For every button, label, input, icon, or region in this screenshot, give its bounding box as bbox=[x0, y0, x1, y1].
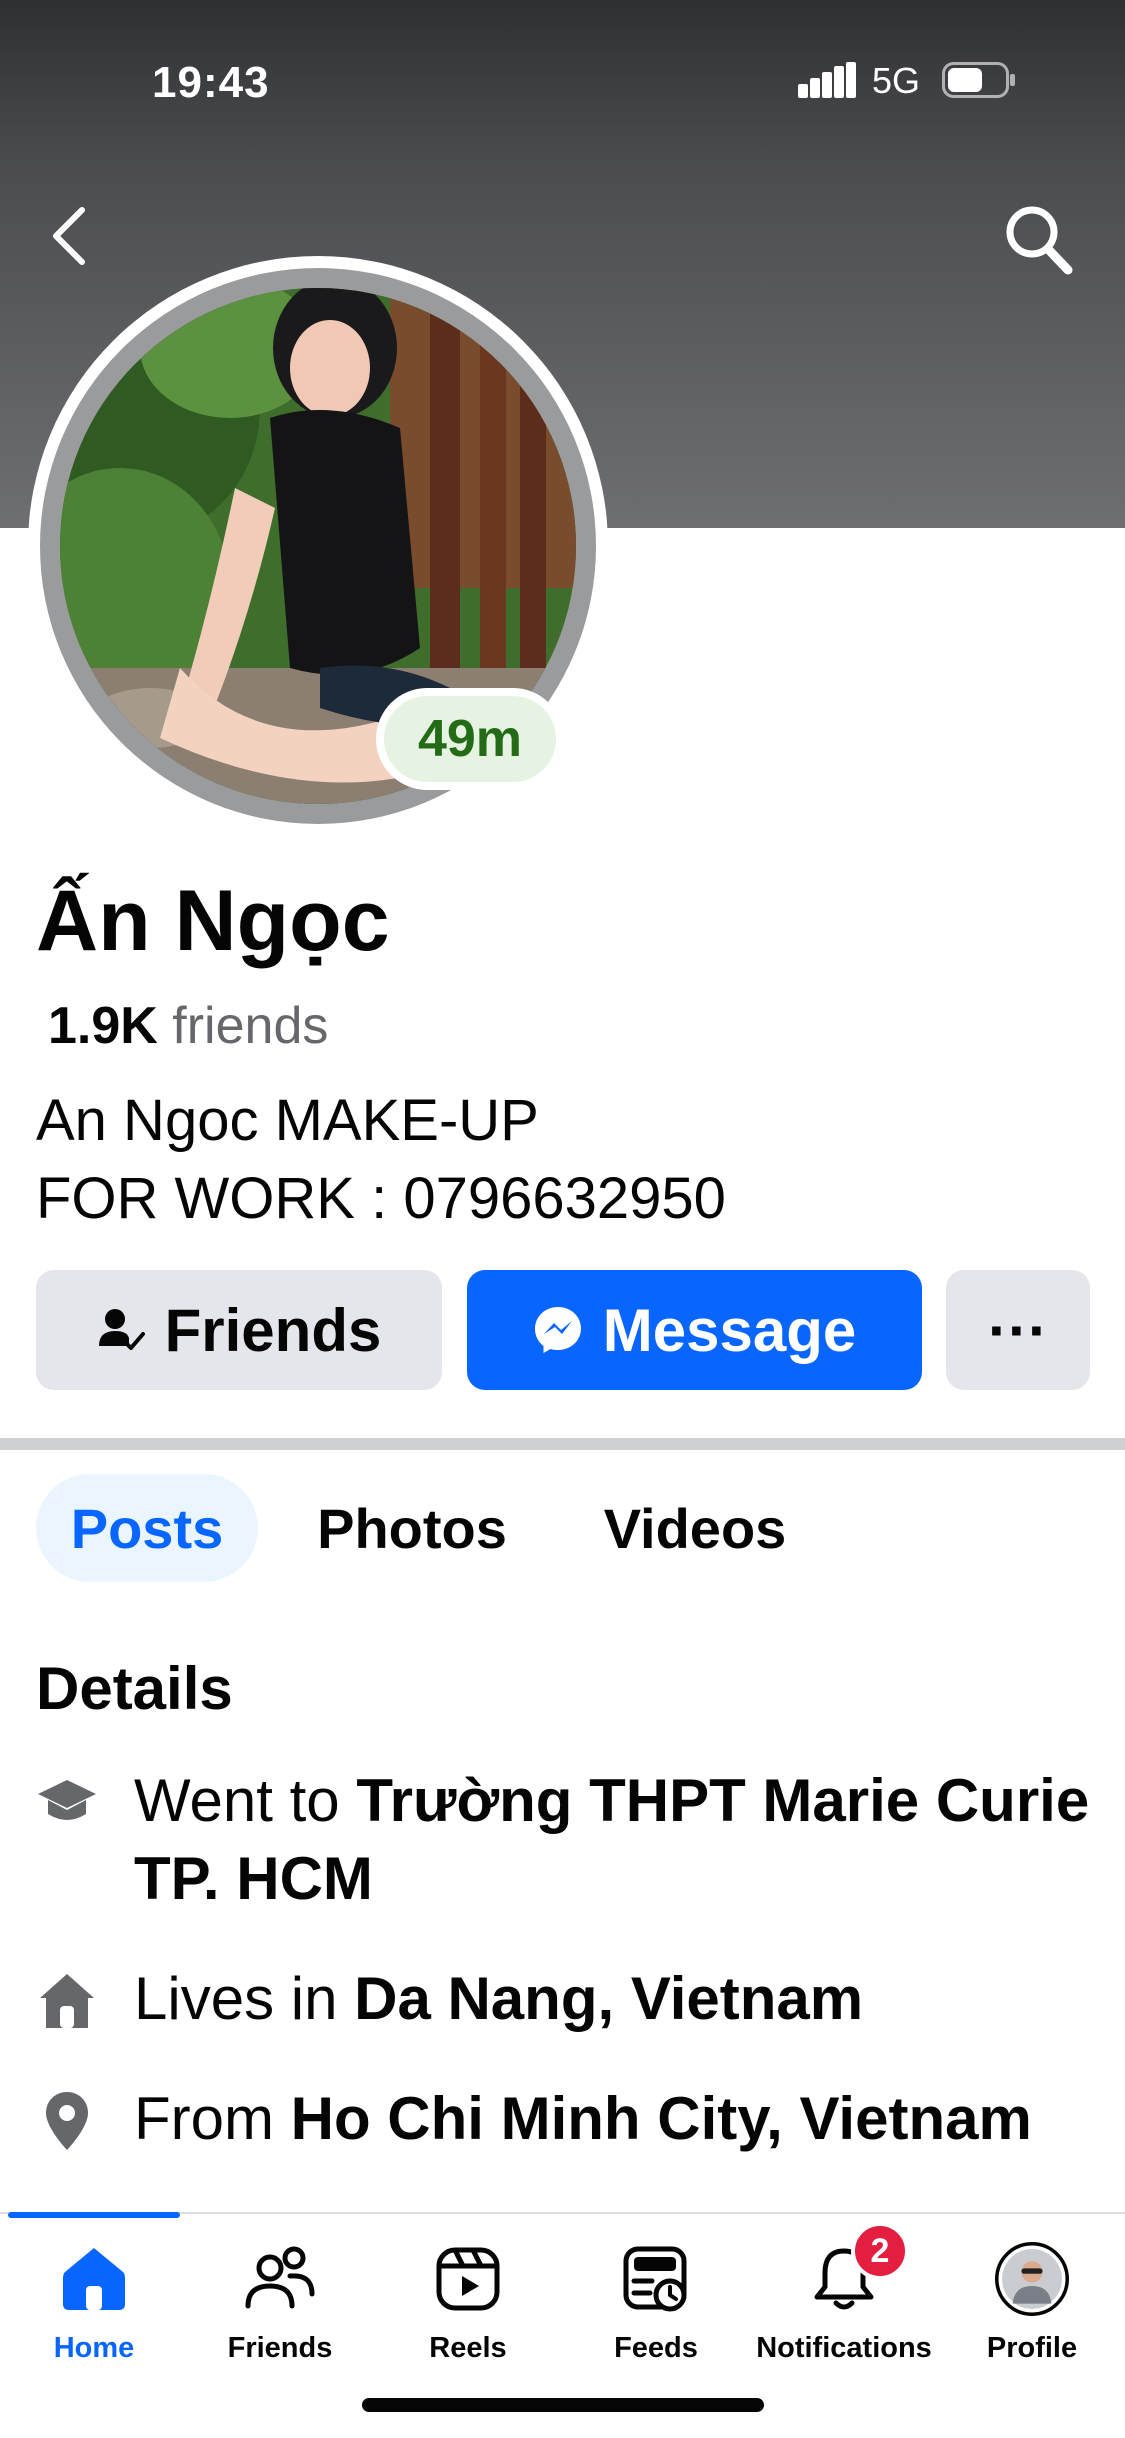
tab-photos[interactable]: Photos bbox=[300, 1474, 524, 1582]
more-options-button[interactable]: ··· bbox=[946, 1270, 1090, 1390]
home-icon bbox=[57, 2242, 131, 2316]
friends-count-label: friends bbox=[157, 997, 329, 1055]
detail-value: Da Nang, Vietnam bbox=[354, 1965, 864, 2032]
nav-reels[interactable]: Reels bbox=[374, 2242, 562, 2365]
message-button-label: Message bbox=[602, 1296, 857, 1364]
profile-name: Ấn Ngọc bbox=[36, 873, 390, 969]
detail-prefix: Went to bbox=[134, 1767, 357, 1834]
status-time: 19:43 bbox=[152, 58, 270, 107]
graduation-cap-icon bbox=[38, 1780, 96, 1820]
friends-icon bbox=[243, 2242, 317, 2316]
nav-label: Notifications bbox=[756, 2332, 932, 2364]
nav-label: Feeds bbox=[614, 2332, 698, 2364]
reels-icon bbox=[431, 2242, 505, 2316]
details-title: Details bbox=[36, 1655, 233, 1722]
bio-line: FOR WORK : 0796632950 bbox=[36, 1166, 726, 1231]
notification-badge: 2 bbox=[851, 2222, 909, 2280]
profile-avatar bbox=[995, 2242, 1069, 2316]
friends-count-value: 1.9K bbox=[48, 997, 158, 1055]
active-status-badge: 49m bbox=[376, 688, 564, 790]
home-icon bbox=[40, 1974, 94, 2028]
detail-value: Ho Chi Minh City, Vietnam bbox=[290, 2085, 1032, 2152]
friend-check-icon bbox=[97, 1306, 145, 1354]
detail-education: Went to Trường THPT Marie Curie TP. HCM bbox=[36, 1762, 1096, 1918]
message-button[interactable]: Message bbox=[467, 1270, 922, 1390]
more-options-label: ··· bbox=[988, 1296, 1048, 1364]
location-pin-icon bbox=[46, 2092, 88, 2150]
detail-hometown: From Ho Chi Minh City, Vietnam bbox=[36, 2080, 1096, 2158]
bell-icon: 2 bbox=[807, 2222, 909, 2316]
detail-prefix: Lives in bbox=[134, 1965, 355, 2032]
nav-active-indicator bbox=[8, 2212, 180, 2218]
network-type: 5G bbox=[872, 60, 921, 101]
nav-friends[interactable]: Friends bbox=[186, 2242, 374, 2365]
home-indicator bbox=[362, 2398, 764, 2412]
nav-label: Profile bbox=[986, 2332, 1078, 2364]
nav-feeds[interactable]: Feeds bbox=[562, 2242, 750, 2365]
profile-bio: An Ngoc MAKE-UP FOR WORK : 0796632950 bbox=[36, 1082, 726, 1238]
status-bar: 19:43 5G bbox=[0, 0, 1125, 150]
nav-label: Friends bbox=[227, 2332, 333, 2364]
nav-label: Home bbox=[53, 2332, 135, 2364]
friends-button[interactable]: Friends bbox=[36, 1270, 442, 1390]
nav-home[interactable]: Home bbox=[0, 2242, 188, 2365]
tab-videos[interactable]: Videos bbox=[584, 1474, 806, 1582]
detail-residence: Lives in Da Nang, Vietnam bbox=[36, 1960, 1096, 2038]
signal-icon bbox=[798, 62, 856, 98]
friends-button-label: Friends bbox=[164, 1296, 382, 1364]
feeds-icon bbox=[619, 2242, 693, 2316]
nav-profile[interactable]: Profile bbox=[938, 2242, 1125, 2365]
nav-notifications[interactable]: 2 Notifications bbox=[750, 2222, 938, 2365]
battery-icon bbox=[942, 62, 1015, 98]
tab-posts[interactable]: Posts bbox=[36, 1474, 258, 1582]
bio-line: An Ngoc MAKE-UP bbox=[36, 1088, 539, 1153]
detail-prefix: From bbox=[134, 2085, 291, 2152]
nav-label: Reels bbox=[429, 2332, 507, 2364]
messenger-icon bbox=[533, 1305, 583, 1355]
chevron-left-icon[interactable] bbox=[44, 204, 100, 268]
search-icon[interactable] bbox=[1004, 204, 1074, 276]
section-divider bbox=[0, 1438, 1125, 1450]
friends-count[interactable]: 1.9K friends bbox=[48, 996, 328, 1056]
